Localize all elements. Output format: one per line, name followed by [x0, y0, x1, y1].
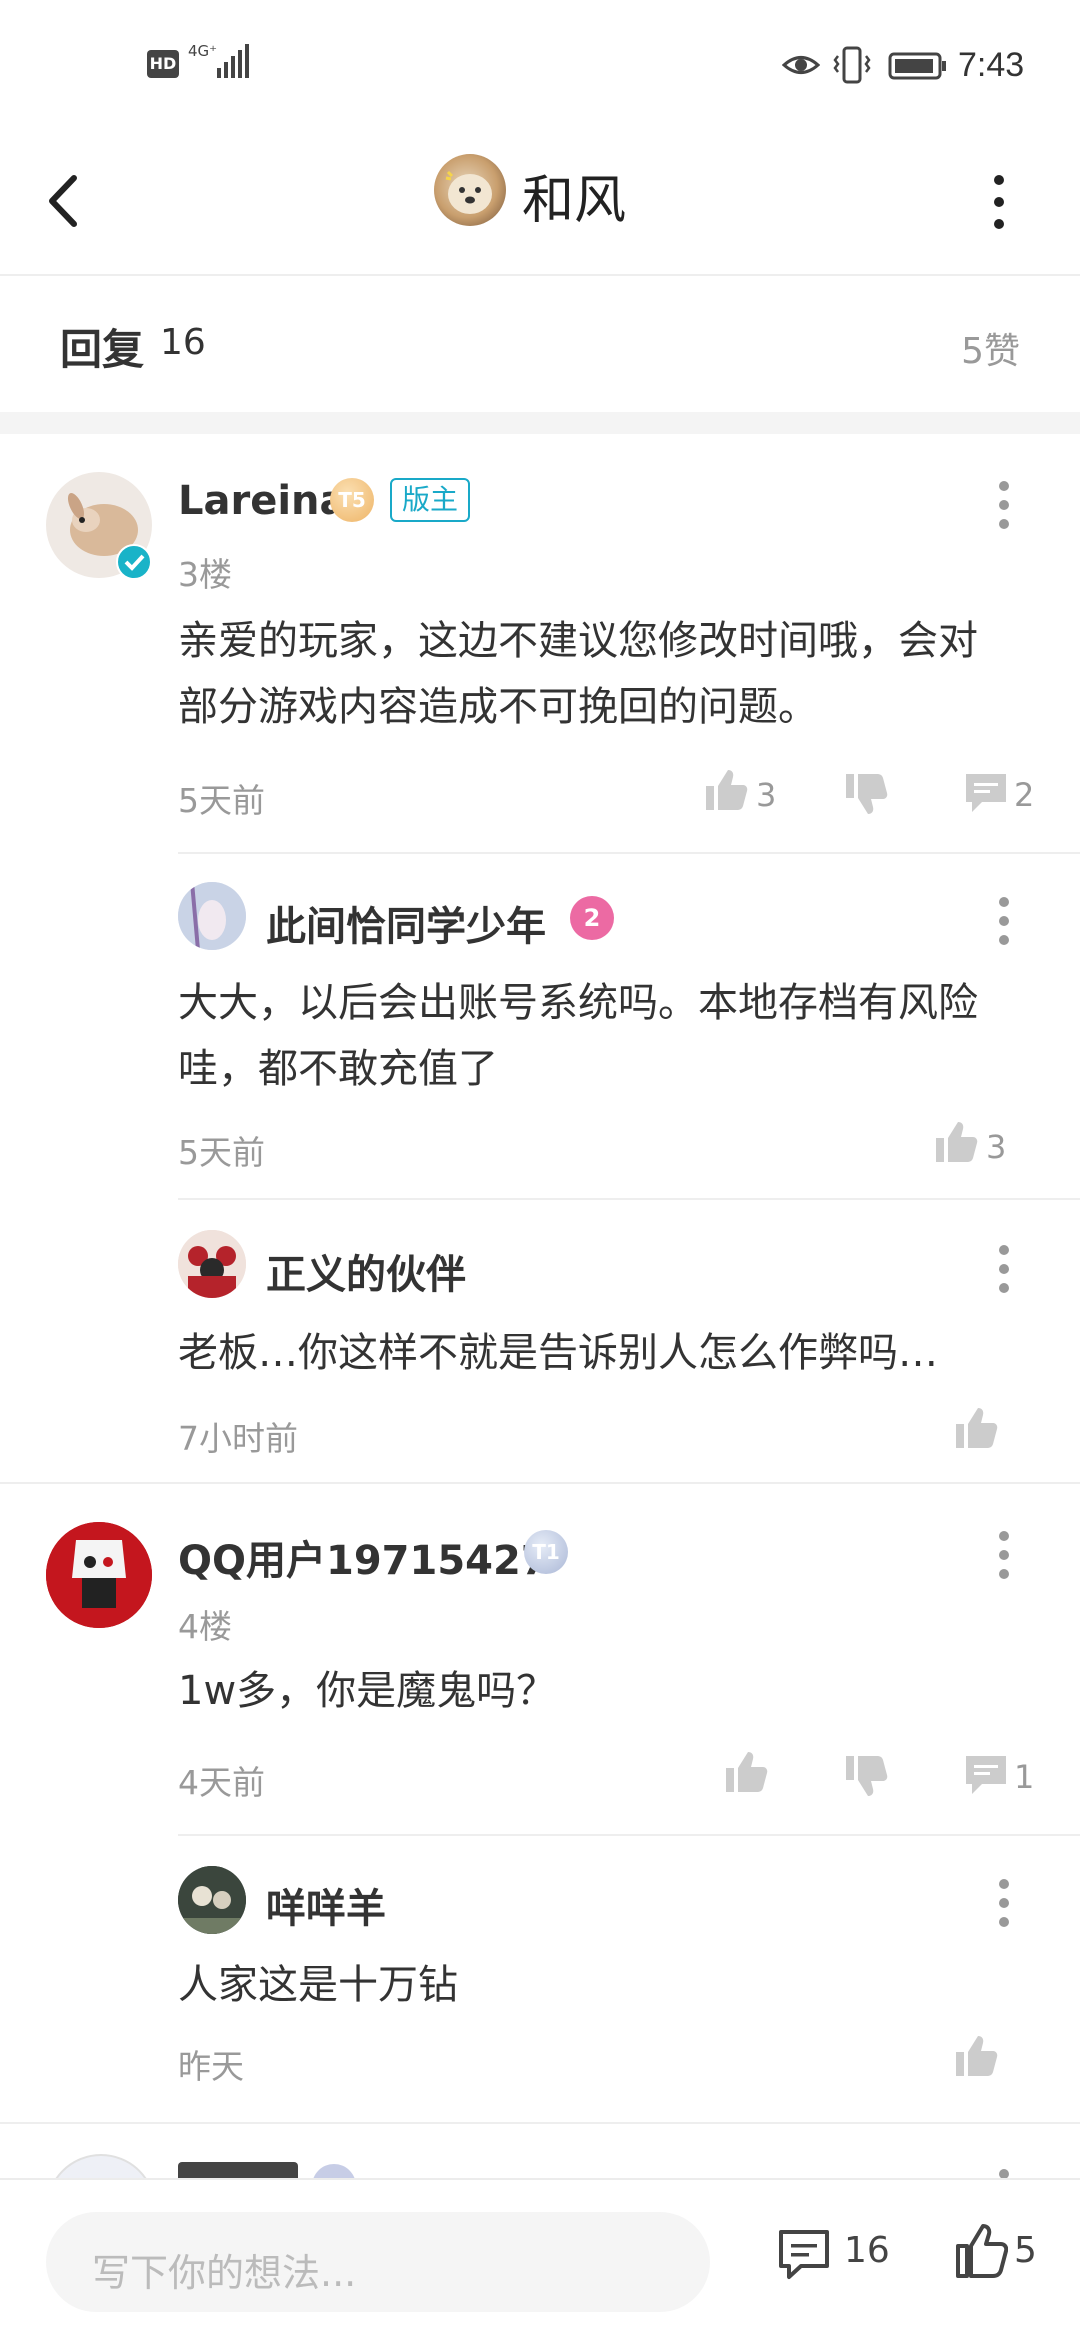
top-nav: 和风	[0, 130, 1080, 276]
comment-bubble-icon[interactable]	[962, 768, 1010, 816]
clock: 7:43	[958, 46, 1025, 84]
divider	[178, 852, 1080, 854]
divider	[178, 1834, 1080, 1836]
page-title: 和风	[522, 171, 627, 231]
comment-text: 亲爱的玩家，这边不建议您修改时间哦，会对 部分游戏内容造成不可挽回的问题。	[178, 608, 1038, 740]
username[interactable]: QQ用户19715427	[178, 1528, 549, 1586]
hd-indicator: HD	[147, 50, 179, 78]
section-gap	[0, 412, 1080, 434]
avatar[interactable]	[178, 1230, 246, 1298]
timestamp: 4天前	[178, 1763, 265, 1802]
status-bar: HD 4G⁺ 7:43	[0, 0, 1080, 130]
more-vertical-icon[interactable]	[996, 1242, 1012, 1296]
username[interactable]: 此间恰同学少年	[266, 894, 546, 952]
username[interactable]: 咩咩羊	[266, 1876, 386, 1934]
comment-item: QQ用户19715427 T1 4楼 1w多，你是魔鬼吗？ 4天前 1 咩咩羊 …	[0, 1484, 1080, 2124]
divider	[178, 1198, 1080, 1200]
avatar[interactable]	[46, 2154, 156, 2178]
vibrate-icon	[833, 46, 871, 84]
chevron-left-icon[interactable]	[40, 166, 90, 236]
more-vertical-icon[interactable]	[996, 1528, 1012, 1582]
level-badge-icon	[312, 2164, 356, 2178]
avatar[interactable]	[178, 882, 246, 950]
more-vertical-icon[interactable]	[996, 894, 1012, 948]
comment-item-partial	[0, 2124, 1080, 2178]
reply-count: 2	[1014, 776, 1035, 814]
dog-avatar[interactable]	[434, 154, 506, 226]
reply-count: 1	[1014, 1758, 1035, 1796]
verified-icon	[116, 544, 152, 580]
level-badge-text: T1	[532, 1540, 560, 1564]
network-type: 4G⁺	[188, 42, 218, 60]
timestamp: 7小时前	[178, 1419, 298, 1458]
level-badge-icon: T5	[330, 478, 374, 522]
thumbs-down-icon[interactable]	[842, 770, 890, 818]
avatar[interactable]	[178, 1866, 246, 1934]
like-count: 3	[986, 1128, 1007, 1166]
battery-icon	[888, 52, 946, 80]
username[interactable]: 正义的伙伴	[266, 1242, 466, 1300]
comment-text: 老板…你这样不就是告诉别人怎么作弊吗…	[178, 1330, 938, 1376]
thumbs-down-icon[interactable]	[842, 1752, 890, 1800]
eye-comfort-icon	[782, 56, 820, 74]
moderator-tag: 版主	[390, 478, 471, 522]
comment-text: 大大，以后会出账号系统吗。本地存档有风险 哇，都不敢充值了	[178, 970, 1038, 1102]
avatar[interactable]	[46, 1522, 152, 1628]
comment-text: 人家这是十万钻	[178, 1962, 458, 2008]
comment-item: Lareina T5 版主 3楼 亲爱的玩家，这边不建议您修改时间哦，会对 部分…	[0, 434, 1080, 1482]
reply-count: 16	[160, 322, 206, 363]
like-count: 5	[1014, 2230, 1037, 2271]
level-badge-text: T5	[338, 488, 366, 512]
like-count: 3	[756, 776, 777, 814]
floor-number: 3楼	[178, 555, 232, 594]
level-badge-icon: 2	[570, 896, 614, 940]
thumbs-up-icon[interactable]	[702, 766, 750, 814]
comment-input[interactable]: 写下你的想法...	[46, 2212, 710, 2312]
thumbs-up-icon[interactable]	[932, 1118, 980, 1166]
comment-bubble-icon[interactable]	[962, 1750, 1010, 1798]
bottom-bar: 写下你的想法... 16 5	[0, 2178, 1080, 2342]
timestamp: 昨天	[178, 2047, 244, 2086]
more-vertical-icon[interactable]	[996, 478, 1012, 532]
comment-count: 16	[844, 2230, 890, 2271]
comment-text-line: 部分游戏内容造成不可挽回的问题。	[178, 684, 818, 730]
username[interactable]: Lareina	[178, 478, 347, 524]
comment-text: 1w多，你是魔鬼吗？	[178, 1668, 557, 1714]
thumbs-up-icon[interactable]	[954, 2220, 1008, 2280]
comment-text-line: 大大，以后会出账号系统吗。本地存档有风险	[178, 980, 978, 1026]
level-badge-icon: T1	[524, 1530, 568, 1574]
level-badge-text: 2	[583, 904, 601, 932]
thumbs-up-icon[interactable]	[952, 2032, 1000, 2080]
thumbs-up-icon[interactable]	[722, 1748, 770, 1796]
thumbs-up-icon[interactable]	[952, 1404, 1000, 1452]
signal-icon	[217, 44, 249, 78]
username-partial	[178, 2162, 298, 2178]
floor-number: 4楼	[178, 1607, 232, 1646]
comment-icon[interactable]	[776, 2226, 832, 2282]
like-total[interactable]: 5赞	[961, 322, 1020, 374]
reply-label: 回复	[60, 325, 145, 374]
timestamp: 5天前	[178, 781, 265, 820]
reply-header: 回复 16 5赞	[0, 276, 1080, 415]
more-vertical-icon[interactable]	[996, 1876, 1012, 1930]
timestamp: 5天前	[178, 1133, 265, 1172]
comment-text-line: 哇，都不敢充值了	[178, 1046, 498, 1092]
more-vertical-icon[interactable]	[996, 2166, 1012, 2178]
comment-input-placeholder: 写下你的想法...	[92, 2251, 357, 2295]
more-vertical-icon[interactable]	[984, 166, 1014, 238]
comment-text-line: 亲爱的玩家，这边不建议您修改时间哦，会对	[178, 618, 978, 664]
